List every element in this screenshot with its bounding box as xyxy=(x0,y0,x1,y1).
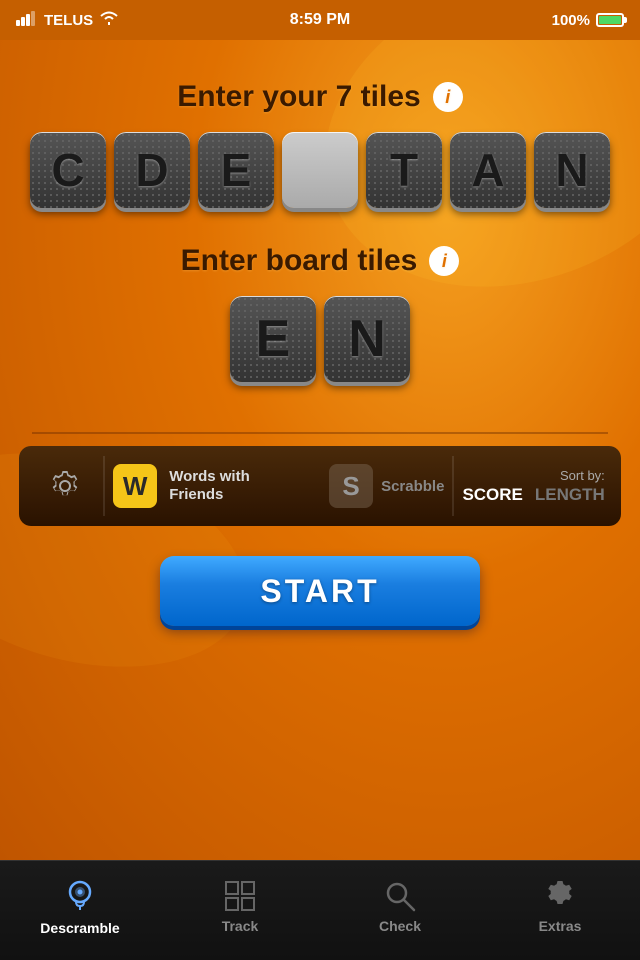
divider xyxy=(32,432,608,434)
tab-track[interactable]: Track xyxy=(160,861,320,960)
tab-check[interactable]: Check xyxy=(320,861,480,960)
tab-track-label: Track xyxy=(222,918,259,934)
tile-E[interactable]: E xyxy=(198,132,274,208)
game-options: W Words with Friends S Scrabble xyxy=(113,464,444,508)
sort-length-button[interactable]: LENGTH xyxy=(535,485,605,505)
my-tiles-info-button[interactable]: i xyxy=(433,82,463,112)
board-tile-N[interactable]: N xyxy=(324,296,410,382)
sort-label: Sort by: xyxy=(560,468,605,483)
battery-icon xyxy=(596,13,624,27)
my-tiles-row: C D E T A N xyxy=(30,132,610,208)
status-bar: TELUS 8:59 PM 100% xyxy=(0,0,640,40)
scrabble-badge[interactable]: S xyxy=(329,464,373,508)
descramble-icon xyxy=(64,878,96,914)
settings-divider-2 xyxy=(452,456,454,516)
tab-extras[interactable]: Extras xyxy=(480,861,640,960)
board-tiles-row: E N xyxy=(230,296,410,382)
settings-bar: W Words with Friends S Scrabble Sort by:… xyxy=(19,446,621,526)
sort-section: Sort by: SCORE LENGTH xyxy=(462,468,604,505)
tile-T[interactable]: T xyxy=(366,132,442,208)
signal-icon xyxy=(16,10,38,30)
tile-N[interactable]: N xyxy=(534,132,610,208)
wwf-label: Words with Friends xyxy=(169,468,305,504)
wifi-icon xyxy=(99,10,119,30)
board-tiles-info-button[interactable]: i xyxy=(429,246,459,276)
my-tiles-title: Enter your 7 tiles i xyxy=(177,80,462,114)
tile-blank[interactable] xyxy=(282,132,358,208)
track-icon xyxy=(224,880,256,912)
extras-icon xyxy=(544,880,576,912)
settings-gear-button[interactable] xyxy=(35,456,95,516)
scrabble-label: Scrabble xyxy=(381,478,444,495)
settings-divider-1 xyxy=(103,456,105,516)
wwf-badge[interactable]: W xyxy=(113,464,157,508)
board-tiles-title: Enter board tiles i xyxy=(181,244,460,278)
sort-score-button[interactable]: SCORE xyxy=(462,485,522,505)
carrier-name: TELUS xyxy=(44,12,93,29)
tab-descramble[interactable]: Descramble xyxy=(0,861,160,960)
tile-A[interactable]: A xyxy=(450,132,526,208)
tile-D[interactable]: D xyxy=(114,132,190,208)
tab-descramble-label: Descramble xyxy=(40,920,119,936)
tab-bar: Descramble Track Check Extras xyxy=(0,860,640,960)
start-button[interactable]: START xyxy=(160,556,480,626)
status-time: 8:59 PM xyxy=(290,11,350,29)
check-icon xyxy=(384,880,416,912)
board-tile-E[interactable]: E xyxy=(230,296,316,382)
tab-extras-label: Extras xyxy=(539,918,582,934)
tile-C[interactable]: C xyxy=(30,132,106,208)
tab-check-label: Check xyxy=(379,918,421,934)
battery-percentage: 100% xyxy=(552,12,590,29)
